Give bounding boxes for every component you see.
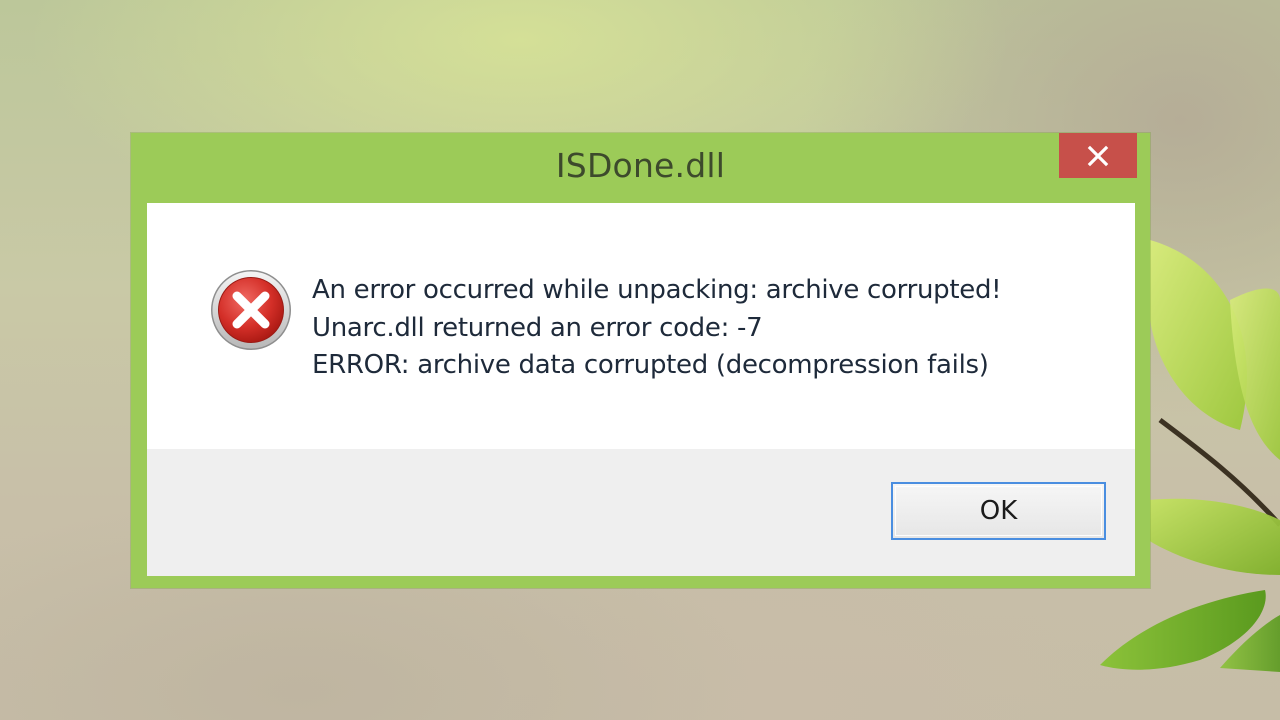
message-line: An error occurred while unpacking: archi… xyxy=(312,275,1002,305)
message-line: Unarc.dll returned an error code: -7 xyxy=(312,312,763,343)
message-line: ERROR: archive data corrupted (decompres… xyxy=(312,350,989,380)
dialog-titlebar[interactable]: ISDone.dll xyxy=(131,133,1150,203)
error-message: An error occurred while unpacking: archi… xyxy=(312,272,1112,385)
message-area: An error occurred while unpacking: archi… xyxy=(147,203,1135,449)
button-bar: OK xyxy=(147,449,1135,576)
ok-button[interactable]: OK xyxy=(891,482,1106,540)
dialog-body: An error occurred while unpacking: archi… xyxy=(147,203,1135,576)
close-icon xyxy=(1087,145,1109,166)
error-icon xyxy=(211,270,291,350)
dialog-title: ISDone.dll xyxy=(555,146,726,185)
close-button[interactable] xyxy=(1059,133,1137,178)
error-dialog: ISDone.dll An error occurred while unpac… xyxy=(131,133,1150,588)
